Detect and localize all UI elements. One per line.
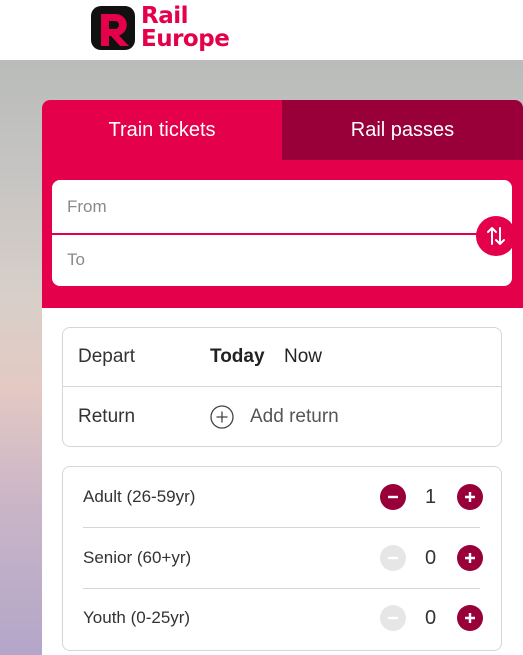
decrease-youth-button[interactable]	[380, 605, 406, 631]
rail-europe-logo[interactable]: Rail Europe	[91, 3, 251, 54]
plus-circle-icon	[210, 404, 234, 429]
logo-word-europe: Europe	[141, 26, 230, 52]
passenger-row-senior: Senior (60+yr) 0	[63, 528, 501, 588]
adult-count: 1	[424, 485, 437, 508]
site-header: Rail Europe	[0, 0, 523, 60]
decrease-senior-button[interactable]	[380, 545, 406, 571]
logo-wordmark: Rail Europe	[141, 3, 230, 52]
return-row: Return Add return	[63, 387, 501, 446]
plus-icon	[465, 613, 475, 623]
depart-time-value[interactable]: Now	[284, 346, 322, 368]
tab-train-tickets[interactable]: Train tickets	[42, 100, 282, 160]
passenger-row-youth: Youth (0-25yr) 0	[63, 588, 501, 648]
passenger-row-adult: Adult (26-59yr) 1	[63, 467, 501, 527]
swap-arrows-icon	[487, 227, 505, 245]
date-selection-box: Depart Today Now Return Add return	[62, 327, 502, 447]
booking-widget: Train tickets Rail passes Depart Today N…	[42, 100, 523, 655]
plus-icon	[465, 553, 475, 563]
depart-label: Depart	[78, 346, 136, 367]
origin-destination-box	[52, 180, 516, 286]
minus-icon	[388, 556, 398, 560]
passenger-label: Adult (26-59yr)	[83, 487, 196, 506]
add-return-button[interactable]: Add return	[210, 404, 339, 429]
youth-count: 0	[424, 606, 437, 629]
increase-youth-button[interactable]	[457, 605, 483, 631]
from-input[interactable]	[52, 180, 512, 233]
swap-stations-button[interactable]	[476, 216, 516, 256]
to-input[interactable]	[52, 233, 512, 286]
depart-date-value[interactable]: Today	[210, 346, 265, 368]
decrease-adult-button[interactable]	[380, 484, 406, 510]
booking-tabs: Train tickets Rail passes	[42, 100, 523, 160]
plus-icon	[465, 492, 475, 502]
rail-europe-logo-icon	[91, 6, 135, 50]
passengers-box: Adult (26-59yr) 1 Senior (60+yr) 0 Youth…	[62, 466, 502, 651]
senior-count: 0	[424, 546, 437, 569]
increase-senior-button[interactable]	[457, 545, 483, 571]
depart-row[interactable]: Depart Today Now	[63, 328, 501, 387]
passenger-label: Youth (0-25yr)	[83, 608, 191, 627]
minus-icon	[388, 616, 398, 620]
minus-icon	[388, 495, 398, 499]
logo-word-rail: Rail	[141, 3, 189, 29]
tab-rail-passes[interactable]: Rail passes	[282, 100, 523, 160]
return-label: Return	[78, 405, 136, 427]
passenger-label: Senior (60+yr)	[83, 548, 192, 567]
increase-adult-button[interactable]	[457, 484, 483, 510]
origin-destination-section	[42, 160, 523, 308]
add-return-label: Add return	[250, 405, 339, 427]
